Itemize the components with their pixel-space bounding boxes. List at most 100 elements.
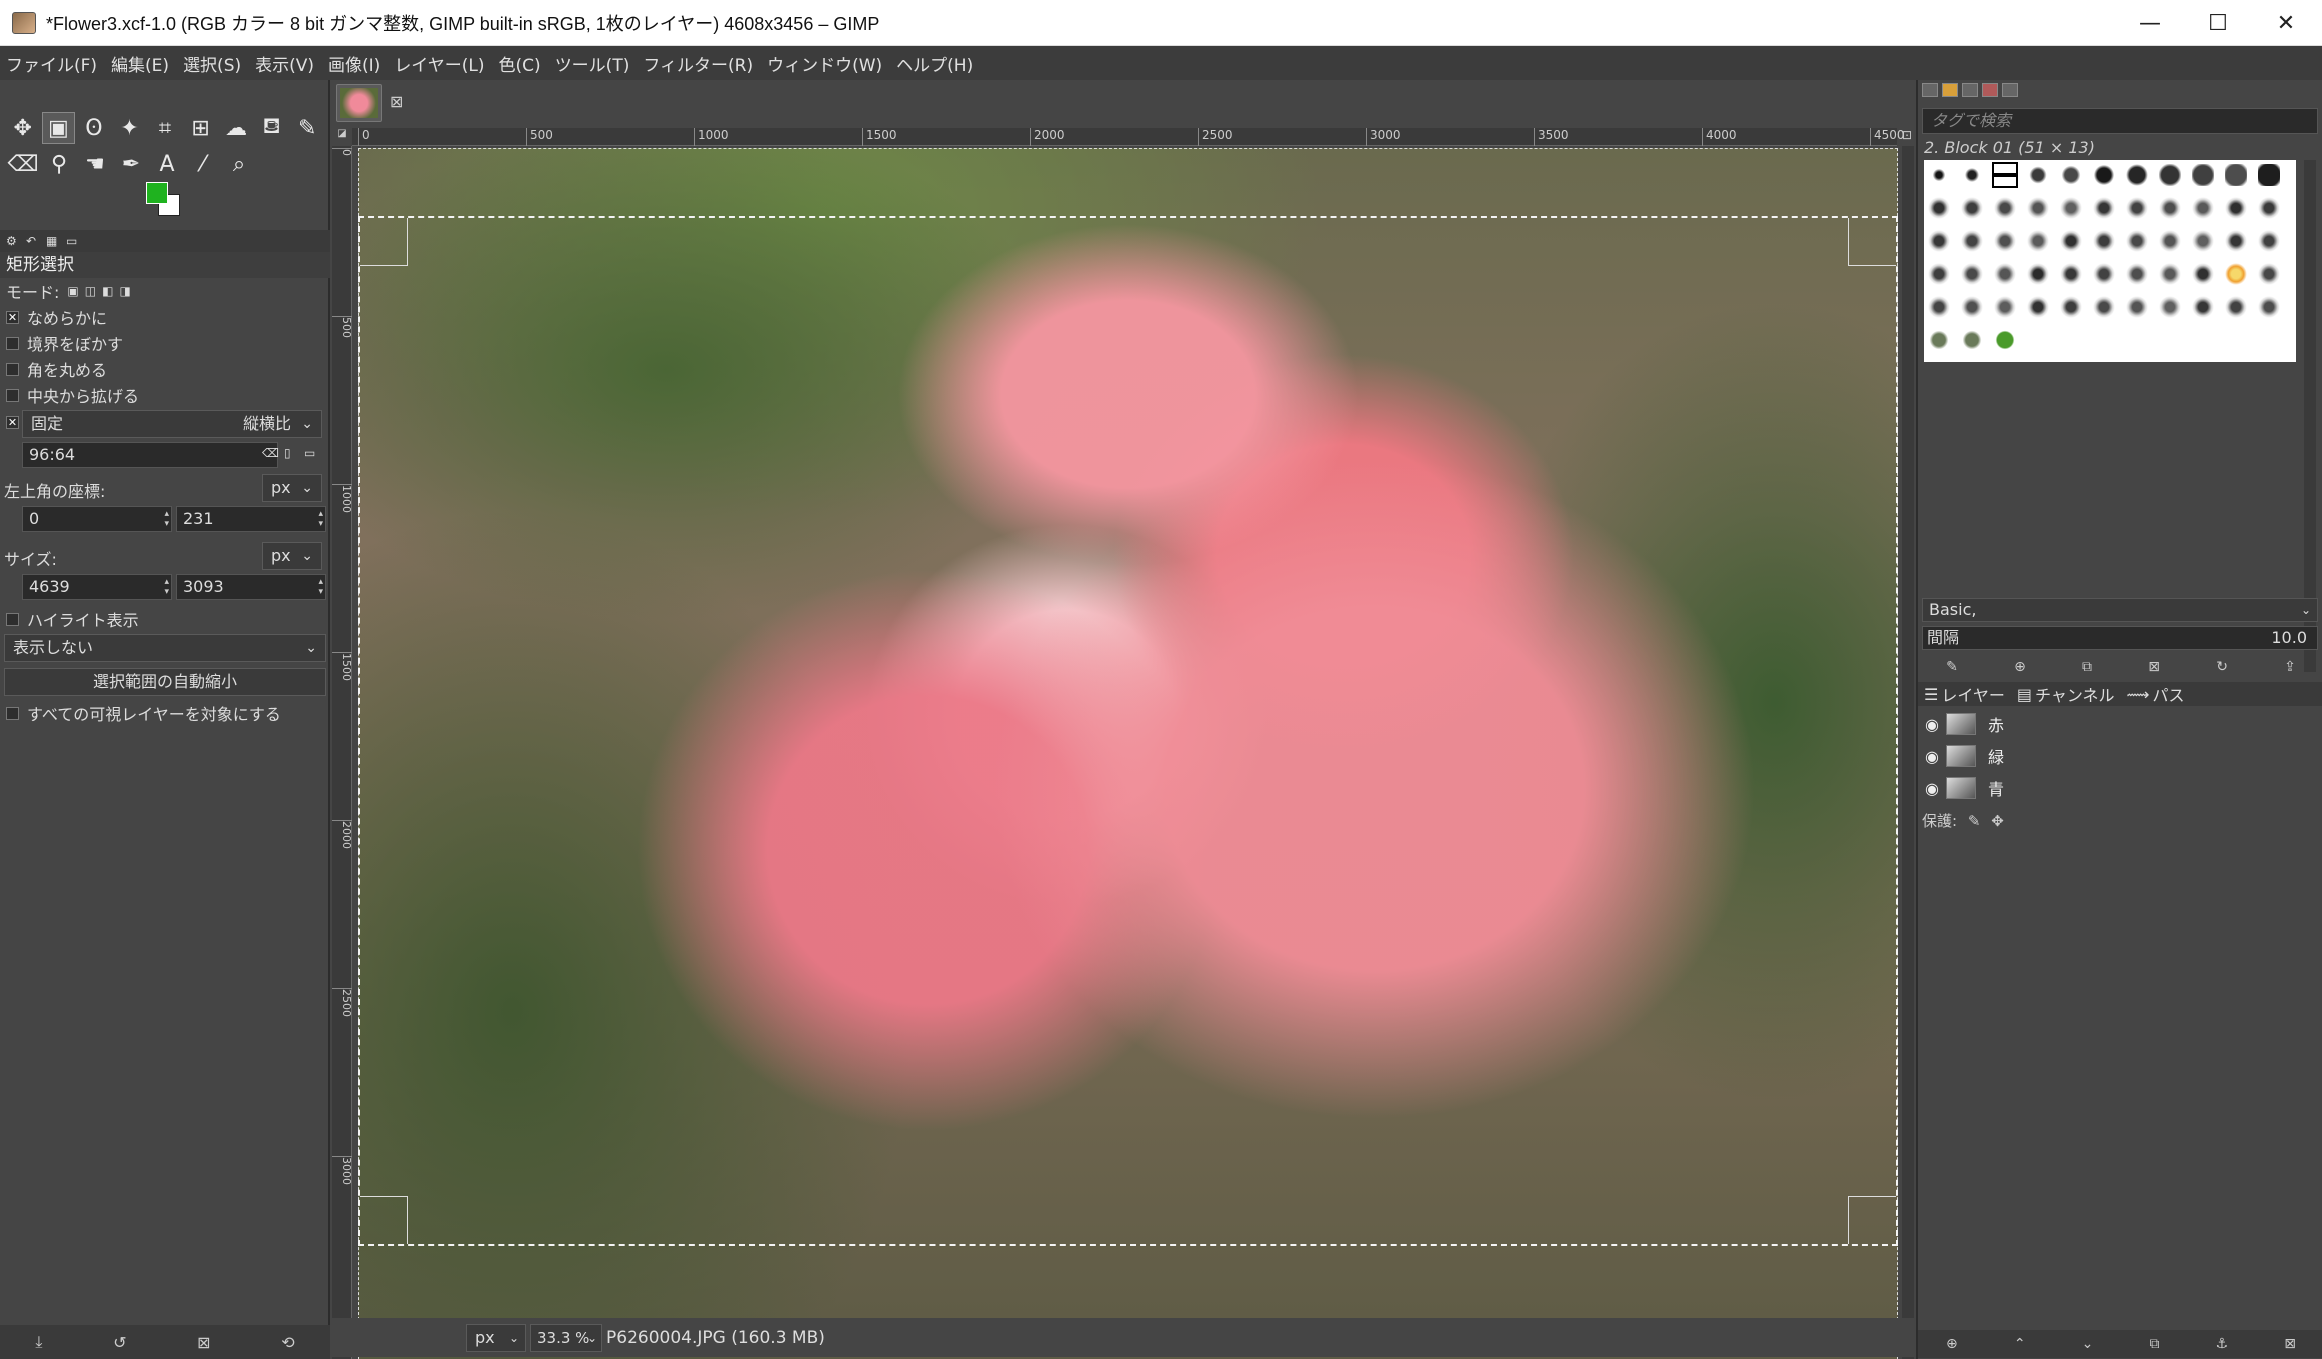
save-options-icon[interactable]: ⤓ <box>35 1332 42 1352</box>
brush-thumbnail[interactable] <box>2258 296 2280 318</box>
shrink-merged-row[interactable]: すべての可視レイヤーを対象にする <box>0 700 330 726</box>
patterns-tab-icon[interactable] <box>1942 83 1958 97</box>
new-brush-icon[interactable]: ⊕ <box>2014 659 2026 675</box>
lasso-tool-icon[interactable]: ʘ <box>77 112 111 144</box>
rounded-checkbox[interactable] <box>6 362 19 376</box>
brush-thumbnail[interactable] <box>2225 230 2247 252</box>
vertical-ruler[interactable]: 0 500 1000 1500 2000 2500 3000 <box>332 146 353 1359</box>
brush-thumbnail[interactable] <box>2060 230 2082 252</box>
layer-row[interactable]: ◉ 赤 <box>1918 708 2322 740</box>
images-tab-icon[interactable]: ▦ <box>46 234 60 248</box>
zoom-tool-icon[interactable]: ⌕ <box>222 148 256 180</box>
size-h-input[interactable]: 3093 ▴ ▾ <box>176 574 326 600</box>
brush-thumbnail[interactable] <box>2060 296 2082 318</box>
zoom-dropdown[interactable]: 33.3 % ⌄ <box>530 1324 602 1352</box>
pos-y-input[interactable]: 231 ▴ ▾ <box>176 506 326 532</box>
brush-thumbnail[interactable] <box>2258 197 2280 219</box>
brush-thumbnail[interactable] <box>2192 230 2214 252</box>
brush-thumbnail[interactable] <box>2093 197 2115 219</box>
brush-thumbnail[interactable] <box>2027 197 2049 219</box>
brush-thumbnail[interactable] <box>1928 197 1950 219</box>
clear-icon[interactable]: ⌫ <box>262 446 279 460</box>
brush-thumbnail[interactable] <box>2159 296 2181 318</box>
brush-thumbnail[interactable] <box>1994 230 2016 252</box>
lock-pixels-icon[interactable]: ✎ <box>1968 812 1981 830</box>
warp-tool-icon[interactable]: ☁ <box>219 112 253 144</box>
brush-scrollbar[interactable] <box>2304 160 2316 672</box>
rectangle-selection[interactable] <box>358 216 1898 1246</box>
duplicate-layer-icon[interactable]: ⧉ <box>2149 1336 2159 1352</box>
tab-layers[interactable]: ☰ レイヤー <box>1918 682 2011 706</box>
rect-select-tool-icon[interactable]: ▣ <box>41 112 76 144</box>
mode-subtract-icon[interactable]: ◧ <box>102 284 113 298</box>
menu-windows[interactable]: ウィンドウ(W) <box>767 51 882 76</box>
brush-thumbnail[interactable] <box>2093 296 2115 318</box>
brush-thumbnail[interactable] <box>1961 230 1983 252</box>
selection-handle-top-left[interactable] <box>360 218 408 266</box>
expand-center-row[interactable]: 中央から拡げる <box>0 382 330 408</box>
brush-thumbnail[interactable] <box>2159 230 2181 252</box>
brush-thumbnail[interactable] <box>2093 230 2115 252</box>
fg-bg-color-widget[interactable] <box>146 182 186 222</box>
fonts-tab-icon[interactable] <box>1962 83 1978 97</box>
vertical-scrollbar[interactable] <box>1902 146 1914 1359</box>
menu-colors[interactable]: 色(C) <box>499 51 541 76</box>
layer-row[interactable]: ◉ 緑 <box>1918 740 2322 772</box>
brush-preset-dropdown[interactable]: Basic, ⌄ <box>1922 598 2318 622</box>
brush-thumbnail[interactable] <box>2060 263 2082 285</box>
color-picker-tool-icon[interactable]: ⁄ <box>186 148 220 180</box>
visibility-eye-icon[interactable]: ◉ <box>1918 779 1946 798</box>
restore-options-icon[interactable]: ↺ <box>113 1333 126 1352</box>
paths-tool-icon[interactable]: ✒ <box>114 148 148 180</box>
brush-thumbnail[interactable] <box>2258 230 2280 252</box>
brush-thumbnail[interactable] <box>2225 263 2247 285</box>
brush-thumbnail[interactable] <box>2258 263 2280 285</box>
unified-transform-tool-icon[interactable]: ⊞ <box>184 112 218 144</box>
brush-thumbnail[interactable] <box>2192 164 2214 186</box>
refresh-brushes-icon[interactable]: ↻ <box>2216 659 2228 675</box>
highlight-checkbox[interactable] <box>6 612 19 626</box>
close-button[interactable]: ✕ <box>2252 0 2320 46</box>
brush-thumbnail[interactable] <box>2027 230 2049 252</box>
brush-thumbnail[interactable] <box>1994 197 2016 219</box>
raise-layer-icon[interactable]: ⌃ <box>2014 1336 2026 1352</box>
brush-thumbnail[interactable] <box>1928 263 1950 285</box>
gradients-tab-icon[interactable] <box>1982 83 1998 97</box>
selection-handle-bottom-left[interactable] <box>360 1196 408 1244</box>
brush-thumbnail[interactable] <box>1928 230 1950 252</box>
brushes-tab-icon[interactable] <box>1922 83 1938 97</box>
brush-thumbnail[interactable] <box>2192 197 2214 219</box>
brush-grid[interactable] <box>1924 160 2296 362</box>
expand-center-checkbox[interactable] <box>6 388 19 402</box>
brush-thumbnail[interactable] <box>1961 263 1983 285</box>
lock-position-icon[interactable]: ✥ <box>1991 812 2004 830</box>
new-layer-icon[interactable]: ⊕ <box>1946 1336 1958 1352</box>
pos-x-input[interactable]: 0 ▴ ▾ <box>22 506 172 532</box>
close-icon[interactable]: ⊠ <box>390 92 403 111</box>
visibility-eye-icon[interactable]: ◉ <box>1918 715 1946 734</box>
shrink-merged-checkbox[interactable] <box>6 706 19 720</box>
menu-view[interactable]: 表示(V) <box>255 51 314 76</box>
brush-thumbnail[interactable] <box>2225 296 2247 318</box>
brush-thumbnail[interactable] <box>2225 164 2247 186</box>
brush-thumbnail[interactable] <box>1961 164 1983 186</box>
mode-add-icon[interactable]: ◫ <box>85 284 96 298</box>
brush-thumbnail[interactable] <box>2126 230 2148 252</box>
auto-shrink-button[interactable]: 選択範囲の自動縮小 <box>4 668 326 696</box>
selection-handle-top-right[interactable] <box>1848 218 1896 266</box>
open-brush-icon[interactable]: ⇪ <box>2284 659 2296 675</box>
spacing-slider[interactable]: 間隔 10.0 <box>1922 626 2318 650</box>
menu-help[interactable]: ヘルプ(H) <box>896 51 973 76</box>
clone-tool-icon[interactable]: ⚲ <box>42 148 76 180</box>
paintbrush-tool-icon[interactable]: ✎ <box>290 112 324 144</box>
fuzzy-select-tool-icon[interactable]: ✦ <box>113 112 147 144</box>
feather-checkbox[interactable] <box>6 336 19 350</box>
menu-file[interactable]: ファイル(F) <box>6 51 97 76</box>
brush-thumbnail[interactable] <box>1928 329 1950 351</box>
anchor-layer-icon[interactable]: ⚓ <box>2216 1336 2229 1352</box>
horizontal-ruler[interactable]: 0 500 1000 1500 2000 2500 3000 3500 4000 4500 <box>352 128 1905 146</box>
antialias-checkbox[interactable]: ✕ <box>6 310 19 324</box>
brush-thumbnail[interactable] <box>2060 164 2082 186</box>
antialias-row[interactable]: ✕ なめらかに <box>0 304 330 330</box>
smudge-tool-icon[interactable]: ☚ <box>78 148 112 180</box>
